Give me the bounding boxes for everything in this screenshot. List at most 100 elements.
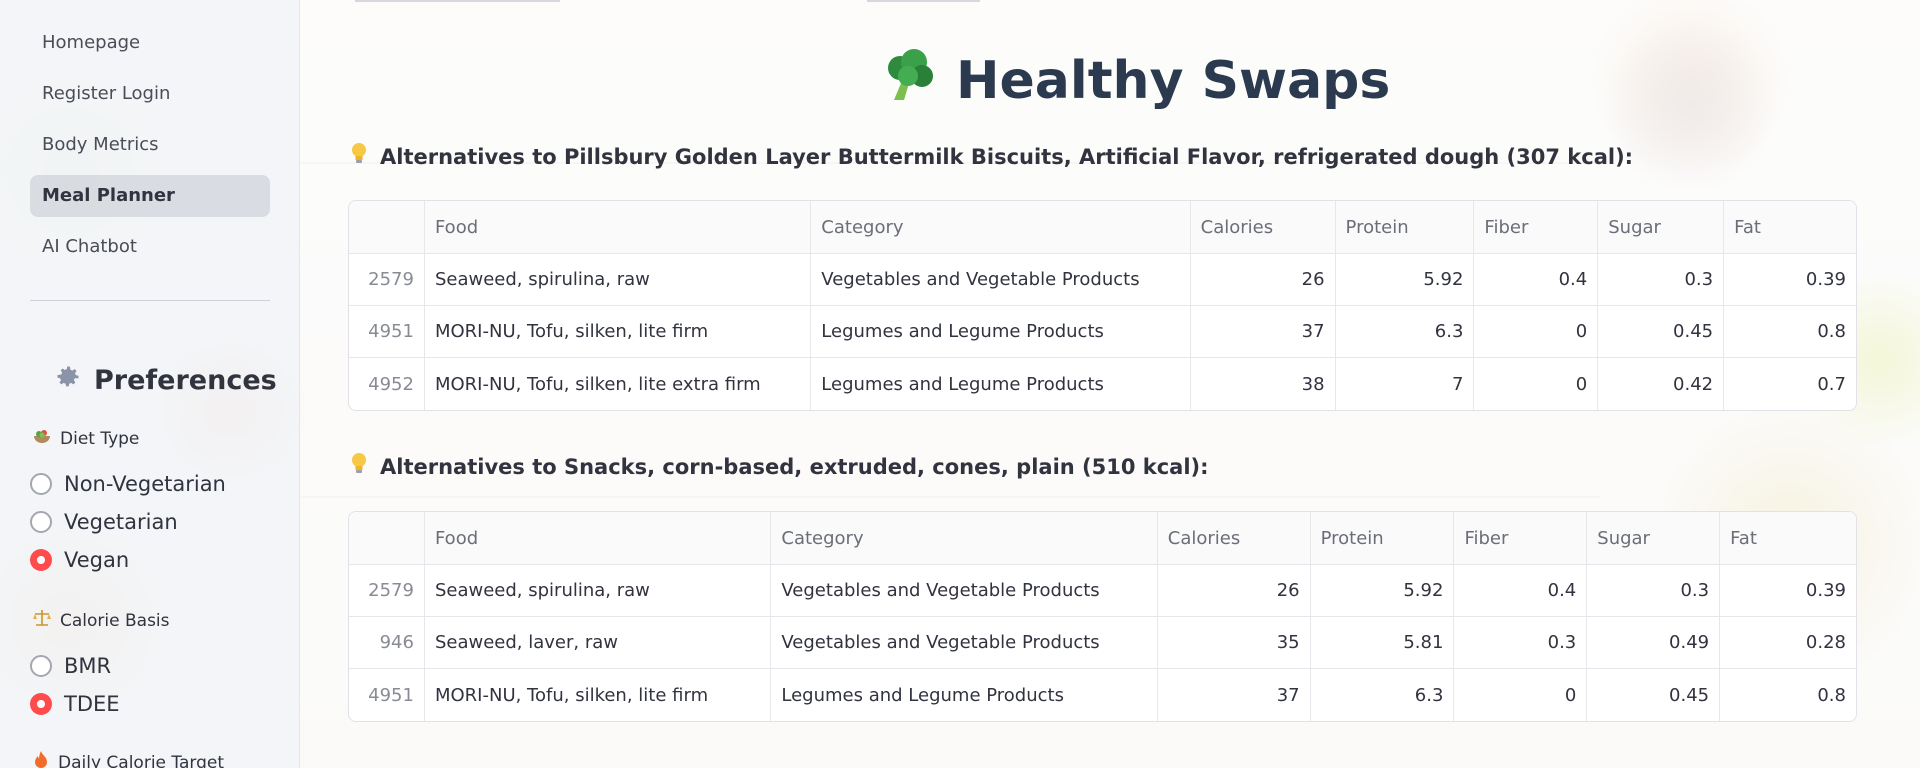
radio-circle[interactable] bbox=[30, 473, 52, 495]
balance-scale-icon bbox=[32, 608, 52, 633]
cell-fiber[interactable]: 0 bbox=[1474, 306, 1599, 358]
radio-vegetarian[interactable]: Vegetarian bbox=[30, 510, 178, 534]
column-header[interactable]: Fiber bbox=[1454, 512, 1588, 565]
cell-sugar[interactable]: 0.45 bbox=[1598, 306, 1725, 358]
cell-calories[interactable]: 38 bbox=[1191, 358, 1336, 410]
swaps-table[interactable]: Food Category Calories Protein Fiber Sug… bbox=[348, 200, 1857, 411]
cell-fiber[interactable]: 0.4 bbox=[1454, 565, 1588, 617]
main-content: Healthy Swaps Alternatives to Pillsbury … bbox=[300, 0, 1910, 768]
cell-fat[interactable]: 0.8 bbox=[1724, 306, 1856, 358]
top-input-edge bbox=[867, 0, 980, 2]
alternatives-heading-text: Alternatives to Snacks, corn-based, extr… bbox=[380, 454, 1209, 479]
cell-sugar[interactable]: 0.45 bbox=[1587, 669, 1721, 721]
row-index[interactable]: 4952 bbox=[349, 358, 425, 410]
cell-sugar[interactable]: 0.49 bbox=[1587, 617, 1721, 669]
radio-non-vegetarian[interactable]: Non-Vegetarian bbox=[30, 472, 226, 496]
radio-circle-selected[interactable] bbox=[30, 693, 52, 715]
radio-circle[interactable] bbox=[30, 511, 52, 533]
cell-category[interactable]: Vegetables and Vegetable Products bbox=[811, 254, 1191, 306]
cell-calories[interactable]: 26 bbox=[1157, 565, 1311, 617]
preferences-heading: Preferences bbox=[54, 358, 277, 402]
column-header[interactable] bbox=[349, 512, 425, 565]
alternatives-heading: Alternatives to Snacks, corn-based, extr… bbox=[350, 452, 1209, 481]
column-header[interactable]: Fat bbox=[1724, 201, 1856, 254]
cell-category[interactable]: Vegetables and Vegetable Products bbox=[771, 565, 1158, 617]
calorie-basis-label: Calorie Basis bbox=[60, 610, 170, 631]
column-header[interactable]: Category bbox=[811, 201, 1191, 254]
row-index[interactable]: 4951 bbox=[349, 669, 425, 721]
nav-meal-planner[interactable]: Meal Planner bbox=[30, 175, 270, 217]
radio-circle[interactable] bbox=[30, 655, 52, 677]
radio-tdee[interactable]: TDEE bbox=[30, 692, 120, 716]
column-header[interactable]: Fat bbox=[1720, 512, 1856, 565]
cell-food[interactable]: MORI-NU, Tofu, silken, lite firm bbox=[425, 669, 772, 721]
column-header[interactable]: Sugar bbox=[1598, 201, 1725, 254]
cell-protein[interactable]: 6.3 bbox=[1335, 306, 1475, 358]
cell-food[interactable]: Seaweed, laver, raw bbox=[424, 617, 772, 669]
cell-protein[interactable]: 5.81 bbox=[1310, 617, 1455, 669]
column-header[interactable]: Category bbox=[771, 512, 1158, 565]
cell-fat[interactable]: 0.8 bbox=[1720, 669, 1856, 721]
table-row: 946 Seaweed, laver, raw Vegetables and V… bbox=[349, 617, 1856, 669]
cell-protein[interactable]: 5.92 bbox=[1335, 254, 1475, 306]
column-header[interactable] bbox=[349, 201, 425, 254]
nav-ai-chatbot[interactable]: AI Chatbot bbox=[30, 226, 270, 268]
cell-fiber[interactable]: 0 bbox=[1454, 669, 1588, 721]
nav-register-login[interactable]: Register Login bbox=[30, 73, 270, 115]
row-index[interactable]: 2579 bbox=[349, 565, 425, 617]
lightbulb-icon bbox=[350, 452, 368, 481]
cell-calories[interactable]: 37 bbox=[1158, 669, 1311, 721]
cell-fiber[interactable]: 0.3 bbox=[1454, 617, 1588, 669]
radio-label: Vegetarian bbox=[64, 510, 178, 534]
cell-protein[interactable]: 6.3 bbox=[1311, 669, 1455, 721]
radio-bmr[interactable]: BMR bbox=[30, 654, 111, 678]
cell-category[interactable]: Vegetables and Vegetable Products bbox=[771, 617, 1158, 669]
column-header[interactable]: Sugar bbox=[1587, 512, 1721, 565]
radio-vegan[interactable]: Vegan bbox=[30, 548, 129, 572]
row-index[interactable]: 4951 bbox=[349, 306, 425, 358]
diet-type-label: Diet Type bbox=[60, 428, 140, 449]
page-title: Healthy Swaps bbox=[956, 51, 1391, 111]
cell-fat[interactable]: 0.7 bbox=[1724, 358, 1856, 410]
cell-fat[interactable]: 0.39 bbox=[1724, 254, 1856, 306]
cell-calories[interactable]: 26 bbox=[1190, 254, 1336, 306]
cell-food[interactable]: Seaweed, spirulina, raw bbox=[424, 565, 772, 617]
sidebar-nav: Homepage Register Login Body Metrics Mea… bbox=[30, 22, 270, 277]
table-row: 4951 MORI-NU, Tofu, silken, lite firm Le… bbox=[349, 306, 1856, 358]
cell-sugar[interactable]: 0.3 bbox=[1598, 254, 1725, 306]
column-header[interactable]: Calories bbox=[1157, 512, 1311, 565]
cell-fiber[interactable]: 0 bbox=[1474, 358, 1599, 410]
cell-sugar[interactable]: 0.3 bbox=[1587, 565, 1721, 617]
cell-food[interactable]: MORI-NU, Tofu, silken, lite firm bbox=[424, 306, 812, 358]
cell-calories[interactable]: 35 bbox=[1157, 617, 1311, 669]
cell-protein[interactable]: 5.92 bbox=[1310, 565, 1455, 617]
column-header[interactable]: Protein bbox=[1310, 512, 1455, 565]
cell-category[interactable]: Legumes and Legume Products bbox=[811, 306, 1191, 358]
cell-fiber[interactable]: 0.4 bbox=[1474, 254, 1599, 306]
cell-food[interactable]: MORI-NU, Tofu, silken, lite extra firm bbox=[425, 358, 812, 410]
daily-target-label-row: Daily Calorie Target bbox=[32, 750, 224, 768]
cell-food[interactable]: Seaweed, spirulina, raw bbox=[424, 254, 812, 306]
column-header[interactable]: Fiber bbox=[1474, 201, 1599, 254]
column-header[interactable]: Food bbox=[424, 201, 812, 254]
row-index[interactable]: 2579 bbox=[349, 254, 425, 306]
swaps-table[interactable]: Food Category Calories Protein Fiber Sug… bbox=[348, 511, 1857, 722]
cell-category[interactable]: Legumes and Legume Products bbox=[771, 669, 1158, 721]
cell-category[interactable]: Legumes and Legume Products bbox=[811, 358, 1191, 410]
fire-icon bbox=[32, 750, 50, 768]
row-index[interactable]: 946 bbox=[349, 617, 425, 669]
nav-body-metrics[interactable]: Body Metrics bbox=[30, 124, 270, 166]
cell-sugar[interactable]: 0.42 bbox=[1598, 358, 1725, 410]
cell-fat[interactable]: 0.39 bbox=[1720, 565, 1856, 617]
alternatives-heading: Alternatives to Pillsbury Golden Layer B… bbox=[350, 142, 1633, 171]
radio-circle-selected[interactable] bbox=[30, 549, 52, 571]
preferences-title: Preferences bbox=[94, 364, 277, 396]
column-header[interactable]: Protein bbox=[1335, 201, 1475, 254]
nav-homepage[interactable]: Homepage bbox=[30, 22, 270, 64]
lightbulb-icon bbox=[350, 142, 368, 171]
column-header[interactable]: Calories bbox=[1190, 201, 1336, 254]
cell-fat[interactable]: 0.28 bbox=[1720, 617, 1856, 669]
cell-protein[interactable]: 7 bbox=[1336, 358, 1475, 410]
column-header[interactable]: Food bbox=[424, 512, 772, 565]
cell-calories[interactable]: 37 bbox=[1190, 306, 1336, 358]
